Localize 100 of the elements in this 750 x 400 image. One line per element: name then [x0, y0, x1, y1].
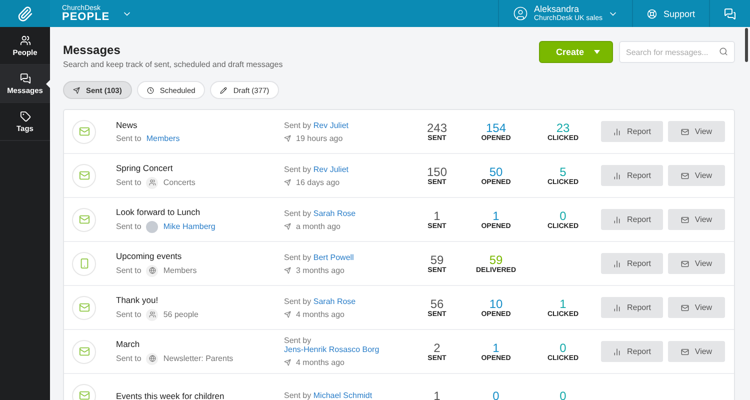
send-icon: [284, 359, 291, 366]
stat-value: 2: [434, 342, 440, 354]
clock-icon: [146, 86, 154, 94]
sent-by-text: Sent by Michael Schmidt: [284, 391, 374, 400]
sent-time: 4 months ago: [296, 358, 344, 367]
stat-value: 0: [560, 342, 566, 354]
user-icon: [513, 6, 528, 21]
recipient-text: Members: [163, 266, 197, 275]
sent-by-text: Sent by Rev Juliet: [284, 120, 350, 130]
envelope-icon: [680, 304, 689, 312]
author-link[interactable]: Rev Juliet: [313, 164, 348, 174]
people-icon: [20, 34, 30, 46]
stat-value: 50: [489, 166, 503, 178]
view-button[interactable]: View: [668, 209, 725, 230]
globe-icon: [146, 352, 158, 364]
send-icon: [284, 222, 291, 230]
search-icon: [719, 47, 728, 56]
sent-by-text: Sent by Jens-Henrik Rosasco Borg: [284, 336, 380, 354]
stat-value: 1: [434, 210, 440, 222]
paperclip-logo-icon: [17, 6, 33, 22]
scrollbar: [745, 28, 748, 62]
sent-by-text: Sent by Sarah Rose: [284, 208, 357, 218]
sent-time: a month ago: [296, 222, 340, 230]
stat-value: 1: [560, 298, 566, 310]
sent-to-label: Sent to: [116, 178, 142, 187]
lifebuoy-icon: [647, 8, 658, 18]
recipient-text: 56 people: [163, 310, 199, 319]
report-button[interactable]: Report: [601, 209, 663, 230]
author-link[interactable]: Sarah Rose: [313, 208, 356, 218]
author-link[interactable]: Bert Powell: [313, 252, 354, 262]
sent-by-text: Sent by Rev Juliet: [284, 164, 350, 174]
stat-value: 154: [486, 122, 506, 134]
send-icon: [73, 86, 80, 94]
envelope-icon: [680, 128, 689, 136]
avatar-icon: [146, 220, 158, 232]
envelope-icon: [72, 164, 96, 188]
view-button[interactable]: View: [668, 297, 725, 318]
support-button[interactable]: Support: [632, 0, 709, 27]
view-button[interactable]: View: [668, 165, 725, 186]
envelope-icon: [680, 172, 689, 180]
envelope-icon: [72, 208, 96, 232]
sent-time: 3 months ago: [296, 266, 344, 274]
author-link[interactable]: Michael Schmidt: [313, 391, 372, 400]
caret-icon: [594, 50, 600, 54]
report-button[interactable]: Report: [601, 297, 663, 318]
search-field[interactable]: Search for messages...: [619, 41, 735, 63]
messages-icon: [20, 72, 30, 84]
stat-value: 56: [430, 298, 444, 310]
message-title: Spring Concert: [116, 162, 174, 172]
sent-time: 19 hours ago: [296, 134, 343, 142]
stat-value: 1: [492, 342, 500, 354]
report-button[interactable]: Report: [601, 165, 663, 186]
envelope-icon: [680, 348, 689, 356]
selection-pointer: [46, 80, 50, 88]
stat-value: 59: [430, 254, 444, 266]
author-link[interactable]: Rev Juliet: [313, 120, 348, 130]
recipient-link[interactable]: Members: [146, 134, 180, 143]
chart-icon: [612, 172, 621, 180]
group-icon: [146, 308, 158, 320]
author-link[interactable]: Jens-Henrik Rosasco Borg: [284, 345, 380, 354]
recipient-link[interactable]: Mike Hamberg: [163, 222, 216, 231]
report-button[interactable]: Report: [601, 253, 663, 274]
group-icon: [146, 176, 158, 188]
sent-time: 4 months ago: [296, 310, 344, 318]
chart-icon: [612, 348, 621, 356]
report-button[interactable]: Report: [601, 341, 663, 362]
stat-value: 0: [492, 390, 500, 400]
view-button[interactable]: View: [668, 341, 725, 362]
page-subtitle: Search and keep track of sent, scheduled and draft messages: [63, 60, 283, 69]
view-button[interactable]: View: [668, 253, 725, 274]
globe-icon: [146, 264, 158, 276]
sent-to-label: Sent to: [116, 354, 142, 363]
chart-icon: [612, 216, 621, 224]
page-title: Messages: [63, 43, 122, 57]
view-button[interactable]: View: [668, 121, 725, 142]
send-icon: [284, 134, 291, 142]
message-title: March: [116, 338, 141, 348]
message-title: Events this week for children: [116, 390, 226, 400]
stat-value: 243: [426, 122, 448, 134]
send-icon: [284, 310, 291, 318]
sent-by-text: Sent by Bert Powell: [284, 252, 355, 262]
envelope-icon: [72, 340, 96, 364]
sent-to-label: Sent to: [116, 134, 142, 143]
stat-value: 59: [489, 254, 503, 266]
chat-icon: [724, 8, 736, 20]
report-button[interactable]: Report: [601, 121, 663, 142]
pencil-icon: [220, 86, 228, 94]
envelope-icon: [680, 216, 689, 224]
chart-icon: [612, 304, 621, 312]
stat-value: 0: [560, 210, 566, 222]
envelope-icon: [680, 260, 689, 268]
phone-icon: [72, 252, 96, 276]
stat-value: 0: [560, 390, 566, 400]
recipient-text: Concerts: [163, 178, 196, 187]
sent-to-label: Sent to: [116, 222, 142, 231]
sent-time: 16 days ago: [296, 178, 340, 186]
chart-icon: [612, 128, 621, 136]
message-title: News: [116, 120, 138, 130]
sent-to-label: Sent to: [116, 266, 142, 275]
author-link[interactable]: Sarah Rose: [313, 296, 356, 306]
